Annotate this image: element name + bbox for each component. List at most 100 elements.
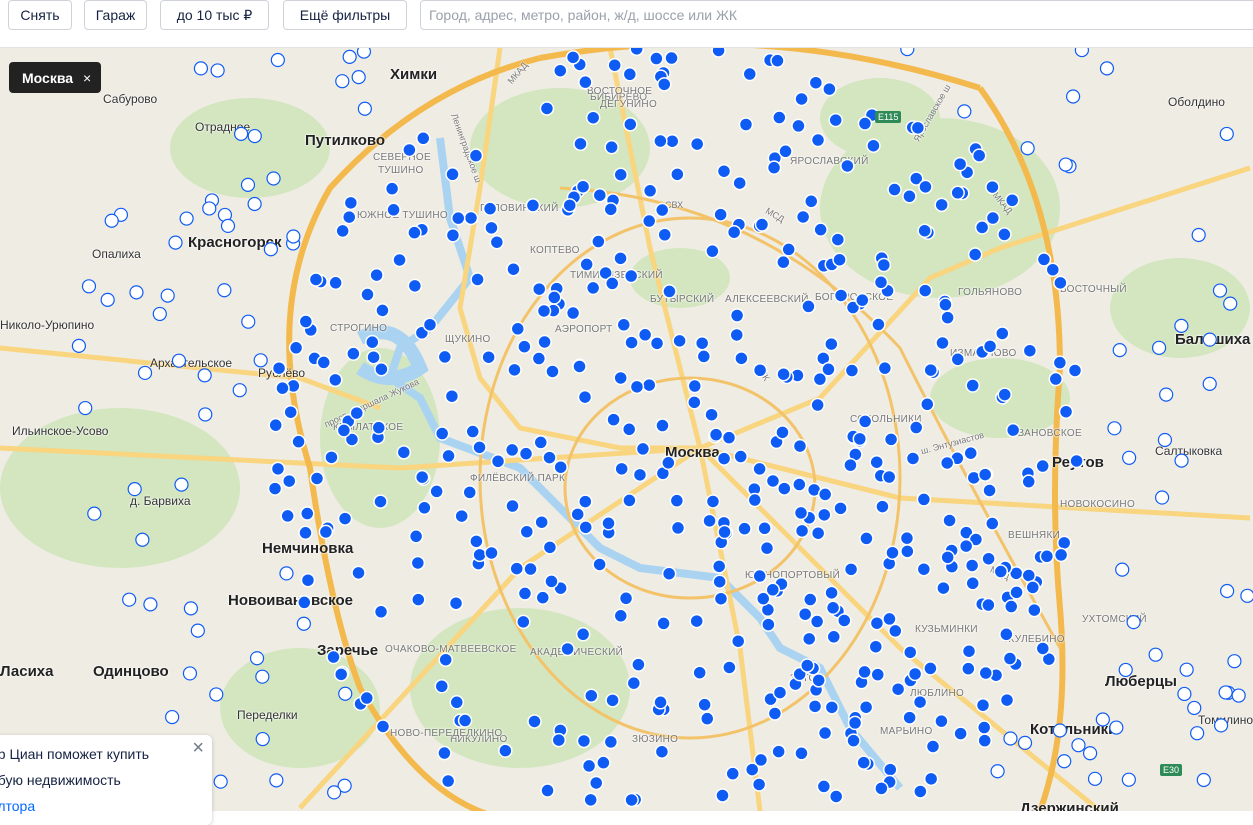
listing-marker[interactable] xyxy=(824,585,839,601)
listing-marker-outline[interactable] xyxy=(335,74,350,89)
listing-marker[interactable] xyxy=(407,225,422,240)
listing-marker[interactable] xyxy=(1027,602,1042,618)
listing-marker[interactable] xyxy=(288,340,304,356)
listing-marker[interactable] xyxy=(940,310,955,325)
listing-marker[interactable] xyxy=(657,77,672,92)
listing-marker[interactable] xyxy=(689,136,705,152)
listing-marker-outline[interactable] xyxy=(1240,588,1253,603)
listing-marker[interactable] xyxy=(1053,275,1068,291)
listing-marker[interactable] xyxy=(575,627,591,642)
listing-marker[interactable] xyxy=(810,132,826,148)
listing-marker-outline[interactable] xyxy=(160,288,175,303)
listing-marker[interactable] xyxy=(408,529,424,544)
listing-marker[interactable] xyxy=(978,665,994,681)
listing-marker-outline[interactable] xyxy=(255,731,270,747)
listing-marker[interactable] xyxy=(802,592,818,607)
listing-marker[interactable] xyxy=(656,616,671,631)
listing-marker[interactable] xyxy=(481,349,496,365)
listing-marker[interactable] xyxy=(537,334,552,350)
listing-marker[interactable] xyxy=(472,440,487,455)
listing-marker[interactable] xyxy=(359,690,375,706)
listing-marker-outline[interactable] xyxy=(1187,700,1202,716)
listing-marker[interactable] xyxy=(907,666,923,682)
listing-marker[interactable] xyxy=(952,156,968,172)
listing-marker[interactable] xyxy=(813,222,828,237)
listing-marker[interactable] xyxy=(726,224,742,240)
listing-marker[interactable] xyxy=(792,477,807,492)
listing-marker[interactable] xyxy=(713,591,729,606)
listing-marker[interactable] xyxy=(868,639,884,654)
listing-marker[interactable] xyxy=(871,317,886,332)
listing-marker[interactable] xyxy=(604,276,620,291)
listing-marker[interactable] xyxy=(797,606,813,622)
listing-marker[interactable] xyxy=(283,404,298,420)
listing-marker[interactable] xyxy=(950,352,966,367)
listing-marker[interactable] xyxy=(977,467,993,482)
listing-marker-outline[interactable] xyxy=(900,48,915,57)
listing-marker[interactable] xyxy=(837,613,852,628)
listing-marker[interactable] xyxy=(585,280,601,296)
listing-marker[interactable] xyxy=(692,665,707,680)
listing-marker[interactable] xyxy=(766,160,782,175)
listing-marker[interactable] xyxy=(539,101,555,116)
listing-marker[interactable] xyxy=(318,524,334,540)
listing-marker-outline[interactable] xyxy=(269,773,284,788)
listing-marker-outline[interactable] xyxy=(1174,453,1189,468)
listing-marker[interactable] xyxy=(336,423,352,438)
listing-marker[interactable] xyxy=(482,201,498,216)
listing-marker[interactable] xyxy=(613,608,629,624)
listing-marker[interactable] xyxy=(657,227,672,243)
listing-marker[interactable] xyxy=(517,339,532,354)
listing-marker[interactable] xyxy=(577,389,593,405)
listing-marker[interactable] xyxy=(429,484,444,499)
listing-marker[interactable] xyxy=(961,643,977,659)
listing-marker[interactable] xyxy=(869,615,885,631)
listing-marker[interactable] xyxy=(866,138,881,153)
listing-marker[interactable] xyxy=(971,148,987,163)
listing-marker[interactable] xyxy=(343,195,359,211)
listing-marker-outline[interactable] xyxy=(197,368,212,383)
listing-marker-outline[interactable] xyxy=(1154,490,1170,505)
listing-marker[interactable] xyxy=(661,455,676,471)
listing-marker[interactable] xyxy=(579,257,594,272)
listing-marker[interactable] xyxy=(1053,547,1069,563)
listing-marker[interactable] xyxy=(392,252,407,268)
listing-marker[interactable] xyxy=(434,426,450,441)
listing-marker-outline[interactable] xyxy=(171,353,187,368)
listing-marker[interactable] xyxy=(613,251,628,266)
listing-marker-outline[interactable] xyxy=(296,616,311,631)
listing-marker[interactable] xyxy=(510,321,526,337)
listing-marker[interactable] xyxy=(807,699,823,714)
listing-marker[interactable] xyxy=(417,500,432,516)
listing-marker[interactable] xyxy=(1045,262,1061,277)
listing-marker[interactable] xyxy=(716,163,732,179)
listing-marker[interactable] xyxy=(607,57,622,73)
listing-marker[interactable] xyxy=(624,792,639,808)
listing-marker[interactable] xyxy=(603,734,619,750)
listing-marker[interactable] xyxy=(592,187,608,203)
listing-marker[interactable] xyxy=(857,116,873,131)
listing-marker-outline[interactable] xyxy=(182,666,198,681)
listing-marker[interactable] xyxy=(730,633,746,649)
listing-marker[interactable] xyxy=(704,407,719,422)
listing-marker[interactable] xyxy=(298,525,313,541)
property-type-button[interactable]: Гараж xyxy=(84,0,147,30)
listing-marker[interactable] xyxy=(776,366,791,382)
listing-marker-outline[interactable] xyxy=(279,566,294,581)
listing-marker[interactable] xyxy=(560,641,575,657)
listing-marker[interactable] xyxy=(882,611,897,627)
listing-marker-outline[interactable] xyxy=(327,785,342,800)
listing-marker[interactable] xyxy=(903,645,918,660)
listing-marker[interactable] xyxy=(664,133,680,149)
listing-marker-outline[interactable] xyxy=(137,365,153,381)
listing-marker[interactable] xyxy=(407,278,423,294)
listing-marker[interactable] xyxy=(371,420,387,435)
listing-marker[interactable] xyxy=(981,551,996,566)
listing-marker-outline[interactable] xyxy=(1003,731,1018,746)
listing-marker[interactable] xyxy=(967,247,983,262)
listing-marker[interactable] xyxy=(445,228,461,243)
listing-marker[interactable] xyxy=(366,349,381,365)
listing-marker[interactable] xyxy=(712,574,727,589)
listing-marker[interactable] xyxy=(531,281,547,297)
listing-marker[interactable] xyxy=(887,182,902,197)
